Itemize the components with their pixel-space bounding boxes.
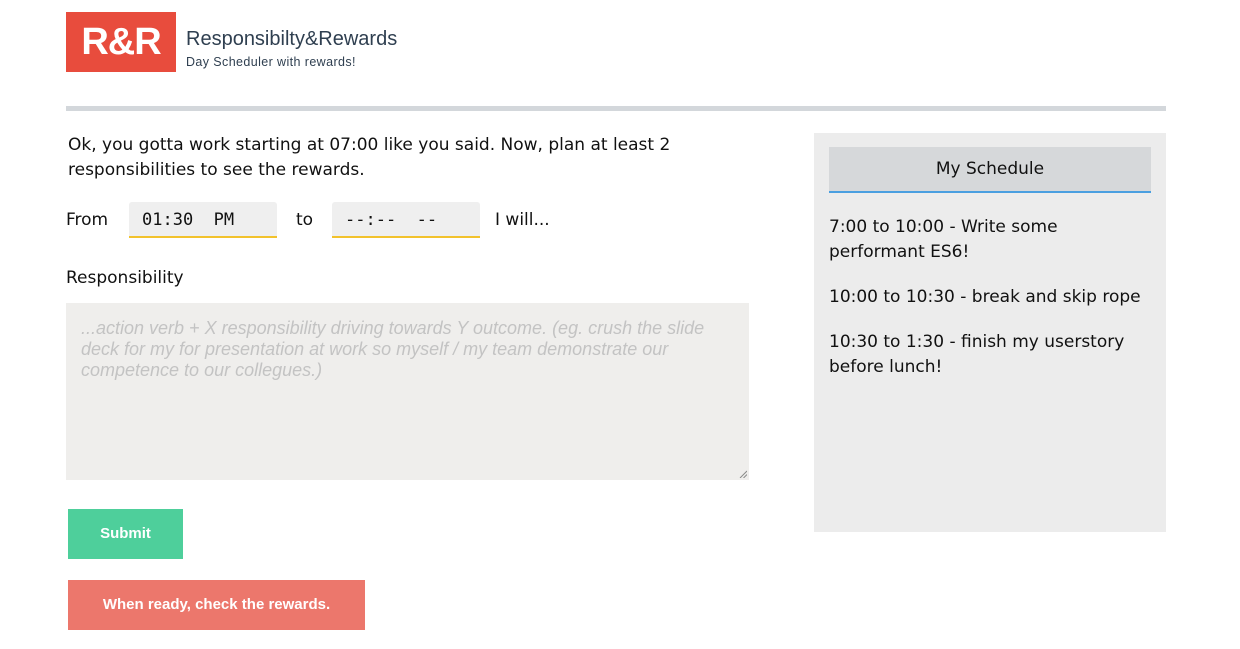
schedule-title: My Schedule: [829, 147, 1151, 193]
from-time-input[interactable]: 01:30 PM: [129, 202, 277, 238]
schedule-item: 7:00 to 10:00 - Write some performant ES…: [829, 217, 1058, 262]
responsibility-placeholder: ...action verb + X responsibility drivin…: [81, 318, 705, 380]
header-divider: [66, 106, 1166, 111]
logo: R&R: [66, 12, 176, 72]
app-subtitle: Day Scheduler with rewards!: [186, 55, 356, 69]
schedule-item: 10:00 to 10:30 - break and skip rope: [829, 287, 1141, 307]
will-label: I will...: [495, 210, 550, 230]
from-label: From: [66, 210, 109, 230]
resize-grip-icon[interactable]: [739, 470, 747, 478]
schedule-list: 7:00 to 10:00 - Write some performant ES…: [829, 215, 1154, 400]
responsibility-textarea[interactable]: ...action verb + X responsibility drivin…: [66, 303, 749, 480]
app-title: Responsibilty&Rewards: [186, 28, 398, 50]
responsibility-label: Responsibility: [66, 268, 184, 288]
check-rewards-button[interactable]: When ready, check the rewards.: [68, 580, 365, 630]
to-label: to: [296, 210, 314, 230]
schedule-panel: My Schedule 7:00 to 10:00 - Write some p…: [814, 133, 1166, 532]
schedule-item: 10:30 to 1:30 - finish my userstory befo…: [829, 332, 1125, 377]
to-time-input[interactable]: --:-- --: [332, 202, 480, 238]
submit-button[interactable]: Submit: [68, 509, 183, 559]
intro-text: Ok, you gotta work starting at 07:00 lik…: [68, 135, 671, 180]
